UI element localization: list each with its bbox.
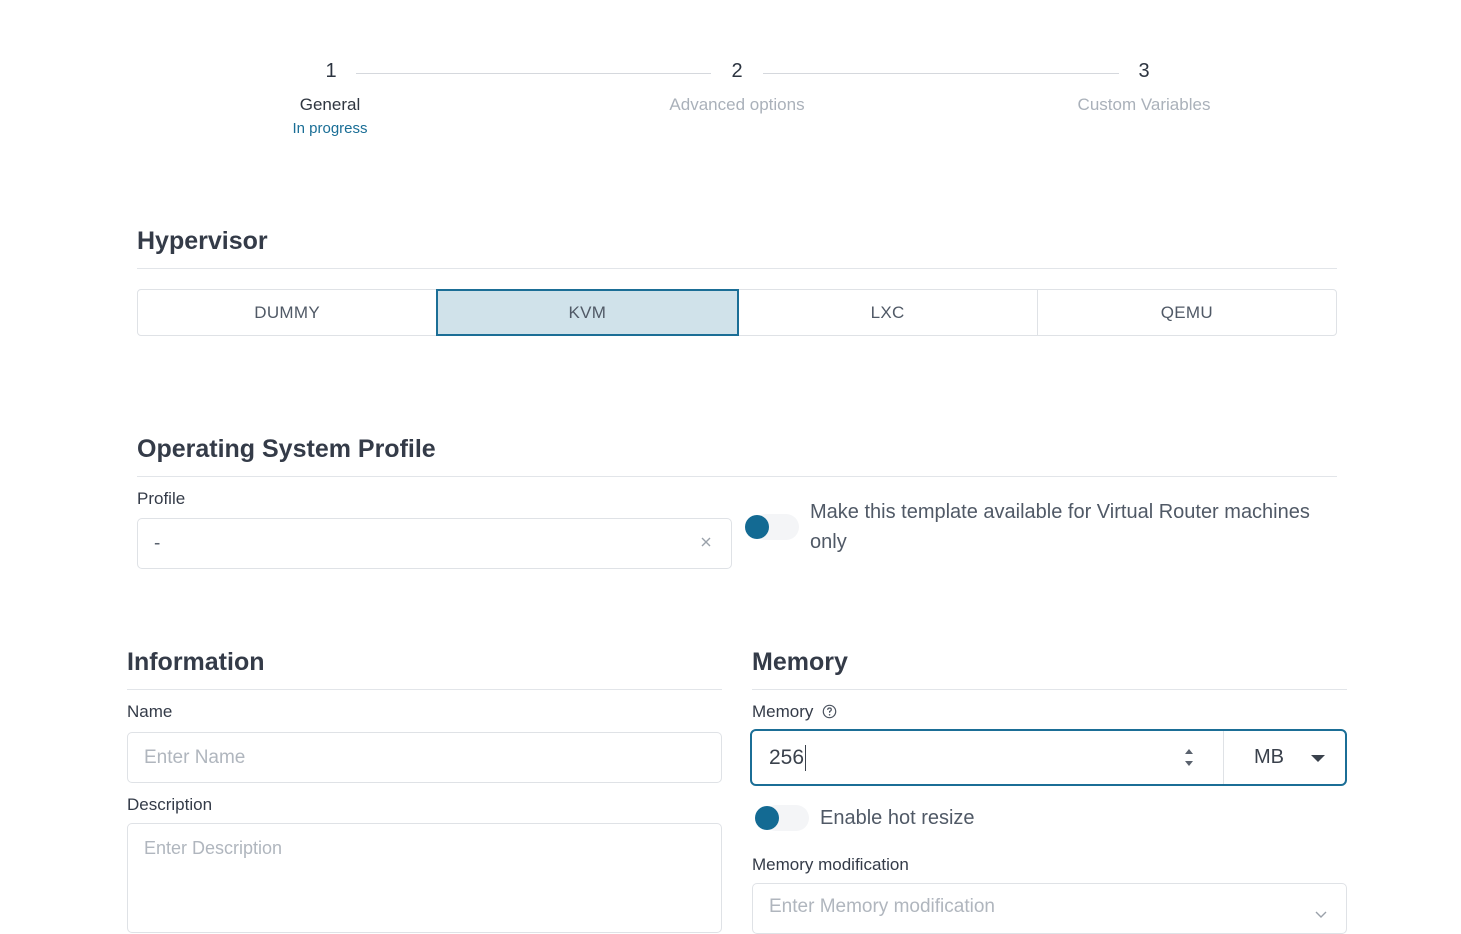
hypervisor-title: Hypervisor <box>137 227 268 255</box>
step-connector <box>763 73 1119 74</box>
memory-label-text: Memory <box>752 702 814 721</box>
step-connector <box>356 73 711 74</box>
toggle-knob <box>755 806 779 830</box>
os-profile-title: Operating System Profile <box>137 435 436 463</box>
step-2-label[interactable]: Advanced options <box>627 95 847 115</box>
hypervisor-option-qemu[interactable]: QEMU <box>1036 289 1337 336</box>
divider <box>752 689 1347 690</box>
memory-label: Memory <box>752 702 837 724</box>
profile-value: - <box>154 532 161 554</box>
vrouter-toggle-label: Make this template available for Virtual… <box>810 501 1310 553</box>
vrouter-toggle[interactable] <box>745 512 801 542</box>
spinner-icon[interactable] <box>1183 746 1195 770</box>
information-title: Information <box>127 648 265 676</box>
memory-modification-select[interactable]: Enter Memory modification <box>752 883 1347 934</box>
name-label: Name <box>127 702 173 721</box>
divider <box>137 268 1337 269</box>
memory-input-group: 256 MB <box>750 729 1347 786</box>
clear-icon[interactable] <box>699 533 713 547</box>
divider <box>127 689 722 690</box>
text-caret <box>805 744 807 771</box>
step-3-label[interactable]: Custom Variables <box>1034 95 1254 115</box>
memory-modification-placeholder: Enter Memory modification <box>769 896 995 917</box>
step-1-label[interactable]: General <box>220 95 440 115</box>
profile-select[interactable]: - <box>137 518 732 569</box>
description-textarea[interactable]: Enter Description <box>127 823 722 933</box>
name-input[interactable]: Enter Name <box>127 732 722 783</box>
step-1-number: 1 <box>325 60 337 82</box>
hypervisor-option-kvm[interactable]: KVM <box>436 289 739 336</box>
hypervisor-selector: DUMMY KVM LXC QEMU <box>137 289 1337 336</box>
description-placeholder: Enter Description <box>144 838 283 858</box>
hypervisor-option-dummy[interactable]: DUMMY <box>137 289 438 336</box>
divider <box>137 476 1337 477</box>
help-icon[interactable] <box>822 704 837 724</box>
description-label: Description <box>127 795 213 814</box>
step-3-number: 3 <box>1138 60 1150 82</box>
memory-input[interactable]: 256 <box>752 731 1223 784</box>
memory-value: 256 <box>769 745 805 769</box>
name-placeholder: Enter Name <box>144 746 246 768</box>
chevron-down-icon <box>1314 904 1328 926</box>
hot-resize-label: Enable hot resize <box>820 807 975 829</box>
profile-label: Profile <box>137 489 186 508</box>
hot-resize-toggle[interactable] <box>755 803 811 833</box>
step-2-number: 2 <box>731 60 743 82</box>
hypervisor-option-lxc[interactable]: LXC <box>737 289 1038 336</box>
memory-title: Memory <box>752 648 848 676</box>
memory-modification-label: Memory modification <box>752 855 909 874</box>
caret-down-icon <box>1311 755 1325 762</box>
memory-unit-value: MB <box>1254 746 1284 768</box>
step-1-status: In progress <box>292 120 368 137</box>
memory-unit-select[interactable]: MB <box>1223 731 1345 784</box>
toggle-knob <box>745 515 769 539</box>
